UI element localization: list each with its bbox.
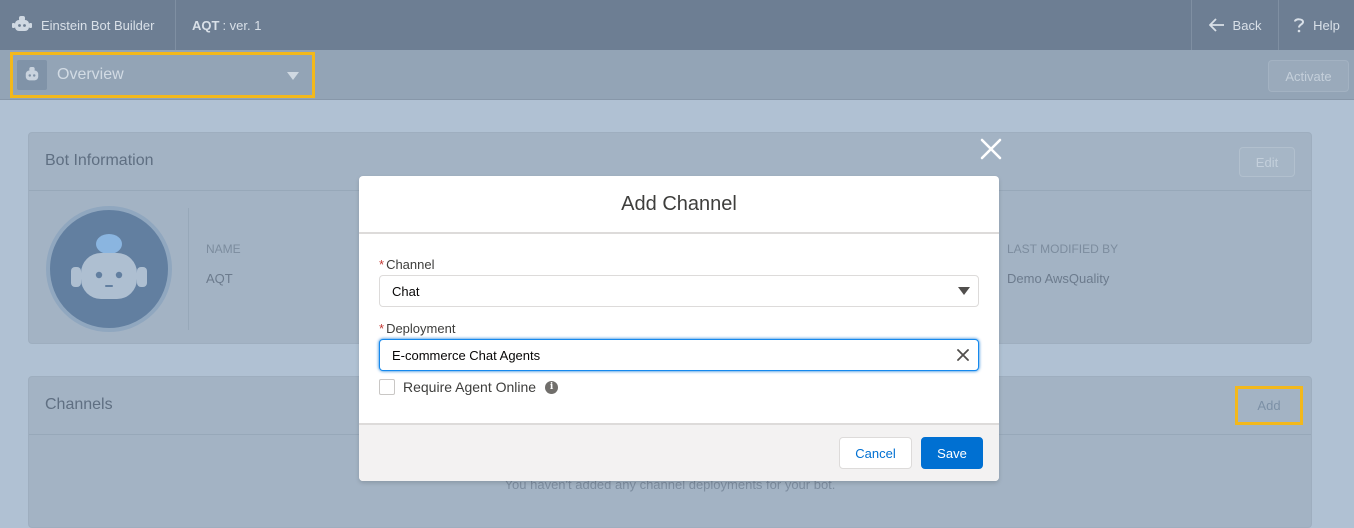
avatar xyxy=(46,206,172,332)
deployment-input-value: E-commerce Chat Agents xyxy=(392,347,541,363)
name-value: AQT xyxy=(206,271,233,286)
last-modified-value: Demo AwsQuality xyxy=(1007,271,1110,286)
info-icon[interactable]: i xyxy=(545,380,559,394)
deployment-label: * Deployment xyxy=(379,321,455,336)
activate-button[interactable]: Activate xyxy=(1268,60,1349,92)
modal-title: Add Channel xyxy=(359,176,999,234)
edit-button[interactable]: Edit xyxy=(1239,147,1295,177)
deployment-input[interactable]: E-commerce Chat Agents xyxy=(379,339,979,371)
cancel-button[interactable]: Cancel xyxy=(839,437,912,469)
chevron-down-icon xyxy=(958,287,970,295)
save-button[interactable]: Save xyxy=(921,437,983,469)
channel-select[interactable]: Chat xyxy=(379,275,979,307)
page-select-value: Overview xyxy=(57,66,124,83)
bot-version-name: AQT xyxy=(192,17,220,33)
page-select-bot-icon xyxy=(17,60,47,90)
close-icon[interactable] xyxy=(979,137,1003,161)
help-button[interactable]: Help xyxy=(1278,0,1354,50)
app-brand: Einstein Bot Builder xyxy=(0,0,176,50)
last-modified-label: LAST MODIFIED BY xyxy=(1007,242,1119,256)
clear-icon[interactable] xyxy=(957,349,969,361)
question-icon xyxy=(1294,18,1305,33)
modal-footer: Cancel Save xyxy=(359,423,999,481)
top-header: Einstein Bot Builder AQT : ver. 1 Back H… xyxy=(0,0,1354,50)
require-agent-label: Require Agent Online xyxy=(403,379,537,395)
required-marker: * xyxy=(379,321,385,336)
required-marker: * xyxy=(379,257,385,272)
bot-icon xyxy=(12,16,32,31)
bot-version-number: : ver. 1 xyxy=(222,17,262,33)
modal-body: * Channel Chat * Deployment E-commerce Cha… xyxy=(359,234,999,423)
back-button[interactable]: Back xyxy=(1191,0,1278,50)
page-select[interactable]: Overview xyxy=(10,52,315,98)
sub-header: Overview Activate xyxy=(0,50,1354,100)
chevron-down-icon xyxy=(287,72,299,80)
bot-information-title: Bot Information xyxy=(45,152,154,169)
name-label: NAME xyxy=(206,242,241,256)
arrow-left-icon xyxy=(1208,18,1224,32)
bot-version: AQT : ver. 1 xyxy=(192,0,261,50)
app-title: Einstein Bot Builder xyxy=(41,17,155,33)
require-agent-checkbox[interactable] xyxy=(379,379,395,395)
back-label: Back xyxy=(1232,17,1262,33)
bot-avatar-icon xyxy=(71,234,147,299)
channel-label: * Channel xyxy=(379,257,435,272)
deployment-label-text: Deployment xyxy=(386,321,456,336)
add-channel-modal: Add Channel * Channel Chat * Deployment E-… xyxy=(359,176,999,481)
channel-label-text: Channel xyxy=(386,257,435,272)
info-divider xyxy=(188,208,189,330)
help-label: Help xyxy=(1313,17,1340,33)
require-agent-row: Require Agent Online i xyxy=(379,379,559,395)
channel-select-value: Chat xyxy=(392,283,420,299)
channels-title: Channels xyxy=(45,396,113,413)
add-channel-button[interactable]: Add xyxy=(1235,386,1303,425)
